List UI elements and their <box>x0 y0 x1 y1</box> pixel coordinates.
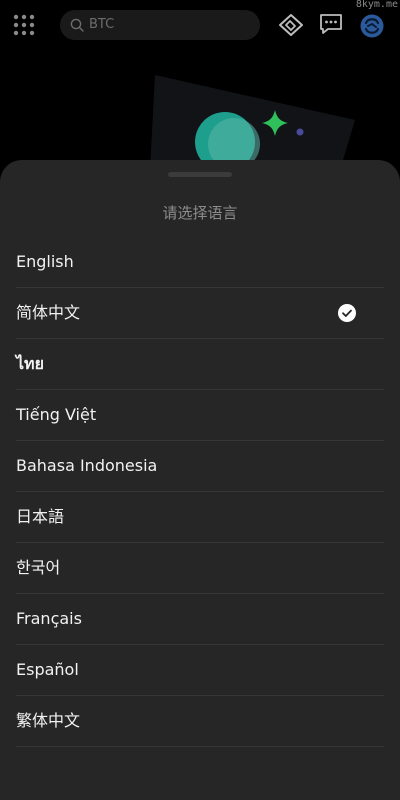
sheet-drag-handle[interactable] <box>168 172 232 177</box>
language-option-traditional-chinese[interactable]: 繁体中文 <box>16 696 384 747</box>
app-screen: BTC 8kym.me 请选择语言 English 简体中文 ไทย Tiếng… <box>0 0 400 800</box>
language-label: Français <box>16 609 82 628</box>
language-label: Español <box>16 660 79 679</box>
language-option-english[interactable]: English <box>16 237 384 288</box>
handshake-icon[interactable] <box>278 13 304 37</box>
sheet-title: 请选择语言 <box>162 204 238 222</box>
language-option-french[interactable]: Français <box>16 594 384 645</box>
language-option-thai[interactable]: ไทย <box>16 339 384 390</box>
checkmark-icon <box>338 304 356 322</box>
language-label: 한국어 <box>16 558 61 577</box>
language-label: Bahasa Indonesia <box>16 456 158 475</box>
language-option-spanish[interactable]: Español <box>16 645 384 696</box>
language-label: 简体中文 <box>16 303 81 322</box>
search-placeholder: BTC <box>89 17 115 32</box>
language-option-japanese[interactable]: 日本語 <box>16 492 384 543</box>
language-label: 繁体中文 <box>16 711 81 730</box>
language-label: ไทย <box>16 354 44 373</box>
watermark-text: 8kym.me <box>355 0 398 10</box>
top-bar: BTC 8kym.me <box>0 0 400 52</box>
language-label: 日本語 <box>16 507 65 526</box>
language-option-simplified-chinese[interactable]: 简体中文 <box>16 288 384 339</box>
promo-illustration <box>150 60 365 170</box>
search-input[interactable]: BTC <box>60 10 260 40</box>
chat-icon[interactable] <box>319 13 343 35</box>
avatar-icon[interactable] <box>360 14 384 38</box>
language-list: English 简体中文 ไทย Tiếng Việt Bahasa Indon… <box>16 237 384 747</box>
language-sheet: 请选择语言 English 简体中文 ไทย Tiếng Việt Bahasa… <box>0 160 400 800</box>
language-option-korean[interactable]: 한국어 <box>16 543 384 594</box>
grid-menu-icon[interactable] <box>13 14 35 36</box>
language-label: English <box>16 252 74 271</box>
language-label: Tiếng Việt <box>16 405 97 424</box>
language-option-indonesian[interactable]: Bahasa Indonesia <box>16 441 384 492</box>
language-option-vietnamese[interactable]: Tiếng Việt <box>16 390 384 441</box>
search-icon <box>70 18 84 32</box>
